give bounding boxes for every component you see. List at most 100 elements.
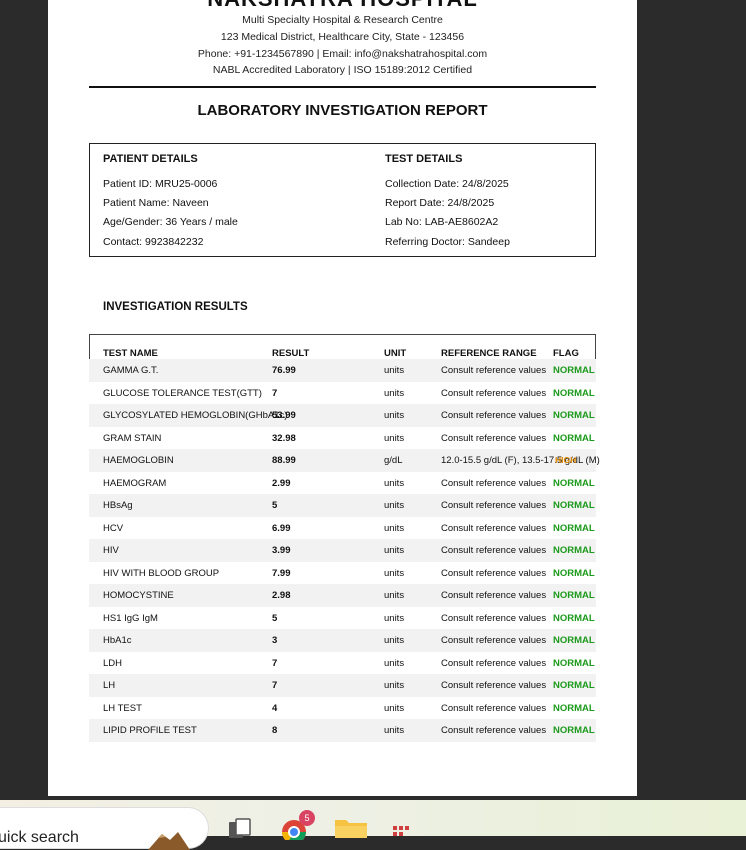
unit-cell: units — [384, 725, 405, 736]
result-cell: 6.99 — [272, 522, 291, 534]
col-test-name: TEST NAME — [103, 348, 158, 359]
table-row: HCV 6.99 units Consult reference values NORM… — [89, 517, 596, 540]
reference-range-cell: Consult reference values — [441, 432, 547, 444]
table-row: HBsAg 5 units Consult reference values NORMA… — [89, 494, 596, 517]
reference-range-cell: Consult reference values — [441, 635, 547, 646]
patient-name: Patient Name: Naveen — [103, 197, 209, 209]
table-header: TEST NAME RESULT UNIT REFERENCE RANGE FL… — [89, 334, 596, 359]
flag-cell: NORMAL — [553, 702, 595, 714]
col-result: RESULT — [272, 348, 310, 359]
test-name-cell: LIPID PROFILE TEST — [103, 725, 197, 736]
result-cell: 7 — [272, 387, 278, 399]
unit-cell: units — [384, 612, 405, 624]
reference-range-cell: Consult reference values — [441, 702, 547, 714]
test-name-cell: HOMOCYSTINE — [103, 590, 174, 601]
test-name-cell: HIV — [103, 545, 119, 556]
test-name-cell: LH TEST — [103, 702, 142, 714]
table-row: HIV 3.99 units Consult reference values NORM… — [89, 539, 596, 562]
report-page: NAKSHATRA HOSPITAL Multi Specialty Hospi… — [48, 0, 637, 796]
table-row: HIV WITH BLOOD GROUP 7.99 units Consult ref… — [89, 562, 596, 585]
result-cell: 7.99 — [272, 567, 291, 579]
taskbar: uick search 5 — [0, 800, 746, 850]
reference-range-cell: Consult reference values — [441, 365, 547, 376]
test-name-cell: LH — [103, 680, 116, 691]
reference-range-cell: Consult reference values — [441, 500, 547, 511]
col-flag: FLAG — [553, 348, 579, 359]
folder-icon[interactable] — [334, 816, 368, 838]
result-cell: 3.99 — [272, 545, 291, 556]
table-row: LH TEST 4 units Consult reference values NOR… — [89, 697, 596, 720]
hospital-subtitle: Multi Specialty Hospital & Research Cent… — [242, 14, 443, 26]
reference-range-cell: Consult reference values — [441, 590, 547, 601]
test-name-cell: HbA1c — [103, 635, 132, 646]
flag-cell: NORMAL — [553, 635, 595, 646]
unit-cell: units — [384, 657, 405, 669]
patient-id: Patient ID: MRU25-0006 — [103, 178, 218, 190]
search-box[interactable]: uick search — [0, 808, 208, 850]
result-cell: 32.98 — [272, 432, 296, 444]
unit-cell: units — [384, 680, 405, 691]
reference-range-cell: Consult reference values — [441, 477, 547, 489]
unit-cell: units — [384, 432, 405, 444]
table-row: HAEMOGRAM 2.99 units Consult reference valu… — [89, 472, 596, 495]
flag-cell: NORMAL — [553, 680, 595, 691]
result-cell: 7 — [272, 657, 278, 669]
unit-cell: units — [384, 410, 405, 421]
table-row: HbA1c 3 units Consult reference values NORMA… — [89, 629, 596, 652]
unit-cell: units — [384, 500, 405, 511]
test-name-cell: GLUCOSE TOLERANCE TEST(GTT) — [103, 387, 262, 399]
table-row: LH 7 units Consult reference values NORMAL — [89, 674, 596, 697]
search-text: uick search — [0, 829, 79, 846]
unit-cell: units — [384, 567, 405, 579]
test-name-cell: HS1 IgG IgM — [103, 612, 158, 624]
test-name-cell: GAMMA G.T. — [103, 365, 159, 376]
chrome-badge: 5 — [304, 813, 309, 823]
flag-cell: HIGH — [555, 455, 577, 465]
flag-cell: NORMAL — [553, 725, 595, 736]
col-reference-range: REFERENCE RANGE — [441, 348, 537, 359]
flag-cell: NORMAL — [553, 500, 595, 511]
details-box: PATIENT DETAILS Patient ID: MRU25-0006 P… — [89, 143, 596, 257]
test-name-cell: HAEMOGRAM — [103, 477, 167, 489]
report-title: LABORATORY INVESTIGATION REPORT — [197, 102, 488, 119]
table-row: GLUCOSE TOLERANCE TEST(GTT) 7 units Consult… — [89, 382, 596, 405]
test-name-cell: HCV — [103, 522, 124, 534]
lab-number: Lab No: LAB-AE8602A2 — [385, 216, 499, 228]
result-cell: 76.99 — [272, 365, 296, 376]
test-name-cell: LDH — [103, 657, 123, 669]
unit-cell: units — [384, 590, 405, 601]
result-cell: 8 — [272, 725, 278, 736]
result-cell: 2.98 — [272, 590, 291, 601]
flag-cell: NORMAL — [553, 590, 595, 601]
reference-range-cell: Consult reference values — [441, 545, 547, 556]
landscape-icon — [148, 832, 190, 850]
test-name-cell: HIV WITH BLOOD GROUP — [103, 567, 220, 579]
test-name-cell: GRAM STAIN — [103, 432, 162, 444]
unit-cell: units — [384, 702, 405, 714]
test-details-heading: TEST DETAILS — [385, 153, 463, 165]
table-row: LDH 7 units Consult reference values NORMAL — [89, 652, 596, 675]
reference-range-cell: Consult reference values — [441, 567, 547, 579]
report-date: Report Date: 24/8/2025 — [385, 197, 495, 209]
table-row: HOMOCYSTINE 2.98 units Consult reference va… — [89, 584, 596, 607]
unit-cell: units — [384, 545, 405, 556]
flag-cell: NORMAL — [553, 522, 595, 534]
hospital-name: NAKSHATRA HOSPITAL — [48, 0, 637, 12]
task-view-icon[interactable] — [226, 818, 254, 840]
patient-contact: Contact: 9923842232 — [103, 236, 204, 248]
table-row: GLYCOSYLATED HEMOGLOBIN(GHbA1c) 53.99 unit… — [89, 404, 596, 427]
flag-cell: NORMAL — [553, 365, 595, 376]
result-cell: 2.99 — [272, 477, 291, 489]
collection-date: Collection Date: 24/8/2025 — [385, 178, 509, 190]
unit-cell: units — [384, 477, 405, 489]
referring-doctor: Referring Doctor: Sandeep — [385, 236, 510, 248]
col-unit: UNIT — [384, 348, 407, 359]
flag-cell: NORMAL — [553, 545, 595, 556]
result-cell: 4 — [272, 702, 278, 714]
table-row: GRAM STAIN 32.98 units Consult reference va… — [89, 427, 596, 450]
test-name-cell: GLYCOSYLATED HEMOGLOBIN(GHbA1c) — [103, 410, 288, 421]
reference-range-cell: Consult reference values — [441, 387, 547, 399]
table-body: GAMMA G.T. 76.99 units Consult reference va… — [89, 359, 600, 742]
result-cell: 5 — [272, 500, 278, 511]
results-heading: INVESTIGATION RESULTS — [103, 301, 248, 313]
